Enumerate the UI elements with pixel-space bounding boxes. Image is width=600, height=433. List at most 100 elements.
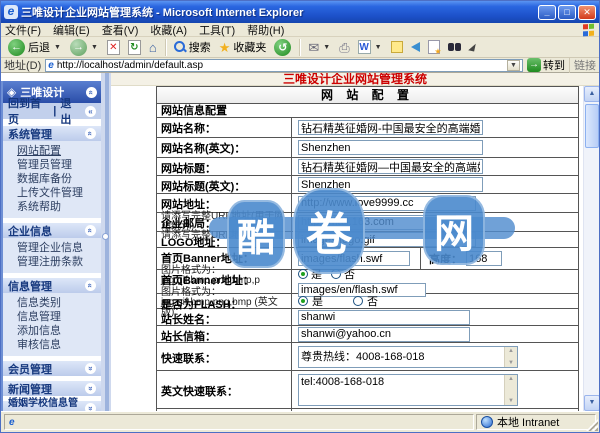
scroll-up-icon[interactable]: ▲ (584, 86, 599, 102)
edit-dropdown-icon[interactable]: ▼ (374, 44, 383, 51)
banner-en-no-radio[interactable] (331, 269, 341, 279)
sidebar-item-info-audit[interactable]: 审核信息 (17, 338, 101, 352)
master-email-input[interactable] (298, 326, 470, 342)
toolbar-separator (164, 38, 166, 56)
browser-toolbar: ← 后退 ▼ → ▼ ✕ ↻ ⌂ 搜索 ★ 收藏夹 ↺ ✉ ▼ ⎙ W ▼ (1, 37, 599, 58)
row-quick-contact-en: 英文快速联系： tel:4008-168-018 ▲ ▼ (157, 371, 578, 409)
chevron-up-icon[interactable]: « (85, 280, 96, 291)
sidebar-item-db-backup[interactable]: 数据库备份 (17, 172, 101, 186)
go-icon: → (527, 58, 541, 72)
menu-file[interactable]: 文件(F) (5, 22, 41, 38)
chevron-down-icon[interactable]: « (85, 363, 96, 374)
site-title-en-input[interactable] (298, 177, 483, 192)
home-link[interactable]: 回到首页 (8, 95, 49, 127)
sidebar-item-register-terms[interactable]: 管理注册条款 (17, 255, 101, 269)
banner-en-yes-radio[interactable] (298, 269, 308, 279)
sidebar-item-info-manage[interactable]: 信息管理 (17, 310, 101, 324)
section-system[interactable]: 系统管理 « (3, 125, 101, 141)
chevron-up-icon[interactable]: « (85, 128, 96, 139)
section-member[interactable]: 会员管理 « (3, 360, 101, 376)
row-is-flash: 是否为FLASH： 是 否 (157, 294, 578, 311)
chevron-down-icon[interactable]: « (85, 403, 96, 411)
menu-favorites[interactable]: 收藏(A) (150, 22, 187, 38)
stop-button[interactable]: ✕ (104, 38, 123, 57)
address-url[interactable]: http://localhost/admin/default.asp (57, 60, 504, 71)
print-button[interactable]: ⎙ (336, 38, 352, 57)
resize-grip[interactable] (586, 419, 598, 431)
section-company-items: 管理企业信息 管理注册条款 (3, 238, 101, 273)
mail-dropdown-icon[interactable]: ▼ (322, 44, 331, 51)
menu-edit[interactable]: 编辑(E) (53, 22, 90, 38)
chevron-up-icon[interactable]: « (85, 225, 96, 236)
site-name-en-input[interactable] (298, 140, 483, 155)
sidebar-item-info-add[interactable]: 添加信息 (17, 324, 101, 338)
add-favorite-button[interactable] (425, 38, 443, 57)
section-school[interactable]: 婚姻学校信息管理 « (3, 398, 101, 411)
forward-button[interactable]: → ▼ (67, 38, 102, 57)
banner-url-input[interactable] (298, 251, 410, 266)
links-label[interactable]: 链接 (569, 57, 596, 73)
section-info-items: 信息类别 信息管理 添加信息 审核信息 (3, 293, 101, 356)
refresh-icon: ↻ (127, 39, 141, 55)
menu-view[interactable]: 查看(V) (102, 22, 139, 38)
sidebar-item-info-category[interactable]: 信息类别 (17, 296, 101, 310)
sidebar-collapse-handle[interactable] (102, 233, 109, 240)
stop-icon: ✕ (106, 39, 120, 55)
master-name-input[interactable] (298, 309, 470, 325)
sidebar-item-company-info[interactable]: 管理企业信息 (17, 241, 101, 255)
forward-dropdown-icon[interactable]: ▼ (90, 44, 99, 51)
messenger-button[interactable] (408, 38, 423, 57)
page-status-icon: e (9, 416, 15, 428)
sidebar-item-upload[interactable]: 上传文件管理 (17, 186, 101, 200)
mail-button[interactable]: ✉ ▼ (305, 38, 334, 57)
binoculars-icon (447, 43, 461, 51)
brand-collapse-icon[interactable]: « (86, 86, 97, 98)
search-button[interactable]: 搜索 (171, 38, 214, 57)
nav-collapse-icon[interactable]: « (85, 105, 96, 117)
row-banner-en: 首页Banner地址： 图片格式为：jpg,gif,bmp,png,bmp (英… (157, 269, 578, 318)
menu-tools[interactable]: 工具(T) (199, 22, 235, 38)
refresh-button[interactable]: ↻ (125, 38, 144, 57)
edit-word-button[interactable]: W ▼ (355, 38, 386, 57)
address-dropdown-icon[interactable]: ▼ (507, 59, 520, 71)
address-input[interactable]: e http://localhost/admin/default.asp ▼ (45, 58, 523, 72)
star-page-icon (427, 40, 442, 56)
sidebar: ◈ 三唯设计 « 回到首页 | 退出 « 系统管理 « 网站配置 管理员管理 数… (1, 73, 101, 411)
scroll-down-icon[interactable]: ▼ (584, 395, 599, 411)
favorites-button[interactable]: ★ 收藏夹 (216, 38, 270, 57)
quick-contact-textarea[interactable]: 尊贵热线：4008-168-018 (298, 345, 518, 368)
notes-button[interactable] (388, 38, 406, 57)
flash-no-radio[interactable] (353, 296, 363, 306)
menu-help[interactable]: 帮助(H) (247, 22, 284, 38)
section-info[interactable]: 信息管理 « (3, 277, 101, 293)
vertical-scrollbar[interactable]: ▲ ▼ (583, 86, 599, 411)
logo-url-input[interactable] (298, 232, 476, 247)
quick-contact-en-textarea[interactable]: tel:4008-168-018 (298, 373, 518, 406)
close-button[interactable]: ✕ (578, 4, 596, 20)
mail-url-input[interactable] (298, 214, 456, 230)
home-button[interactable]: ⌂ (146, 38, 160, 57)
sidebar-item-site-config[interactable]: 网站配置 (17, 144, 101, 158)
security-zone-label: 本地 Intranet (497, 417, 560, 429)
scrollbar-thumb[interactable] (585, 104, 599, 148)
maximize-button[interactable]: □ (558, 4, 576, 20)
site-url-input[interactable] (298, 195, 476, 211)
logout-link[interactable]: 退出 (60, 95, 81, 127)
title-bar: e 三唯设计企业网站管理系统 - Microsoft Internet Expl… (1, 1, 599, 23)
snagit-button[interactable] (466, 38, 478, 57)
chevron-down-icon[interactable]: « (85, 383, 96, 394)
section-company[interactable]: 企业信息 « (3, 222, 101, 238)
minimize-button[interactable]: _ (538, 4, 556, 20)
sidebar-item-help[interactable]: 系统帮助 (17, 200, 101, 214)
go-button[interactable]: → 转到 (527, 57, 565, 73)
site-title-input[interactable] (298, 159, 483, 174)
site-name-input[interactable] (298, 120, 483, 135)
banner-height-input[interactable] (466, 251, 502, 266)
back-button[interactable]: ← 后退 ▼ (5, 38, 65, 57)
research-button[interactable] (445, 38, 464, 57)
back-dropdown-icon[interactable]: ▼ (53, 44, 62, 51)
flash-yes-radio[interactable] (298, 296, 308, 306)
status-bar: e 本地 Intranet (1, 411, 599, 432)
history-button[interactable]: ↺ (271, 38, 294, 57)
sidebar-item-admin[interactable]: 管理员管理 (17, 158, 101, 172)
